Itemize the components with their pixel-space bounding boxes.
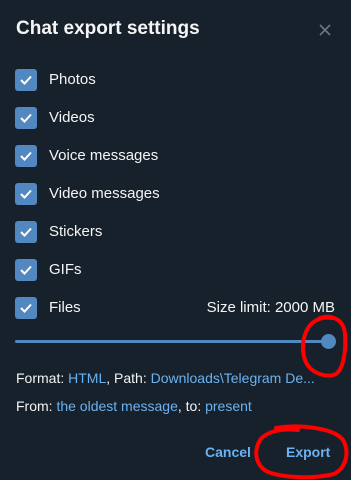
checkmark-icon: [20, 151, 32, 161]
option-label-photos: Photos: [49, 71, 96, 88]
option-voice-messages[interactable]: Voice messages: [15, 145, 335, 169]
checkmark-icon: [20, 265, 32, 275]
to-link[interactable]: present: [205, 398, 252, 414]
option-label-gifs: GIFs: [49, 261, 82, 278]
checkmark-icon: [20, 189, 32, 199]
format-path-line: Format: HTML, Path: Downloads\Telegram D…: [16, 370, 336, 386]
cancel-button[interactable]: Cancel: [205, 444, 251, 460]
checkbox-video-messages[interactable]: [15, 183, 37, 205]
option-videos[interactable]: Videos: [15, 107, 335, 131]
checkbox-voice-messages[interactable]: [15, 145, 37, 167]
checkmark-icon: [20, 75, 32, 85]
option-label-videos: Videos: [49, 109, 95, 126]
option-label-video-messages: Video messages: [49, 185, 160, 202]
option-photos[interactable]: Photos: [15, 69, 335, 93]
slider-thumb[interactable]: [321, 334, 336, 349]
format-link[interactable]: HTML: [68, 370, 106, 386]
to-prefix: , to:: [177, 398, 206, 414]
option-label-files: Files: [49, 299, 81, 316]
date-range-line: From: the oldest message, to: present: [16, 398, 336, 414]
from-prefix: From:: [16, 398, 57, 414]
checkbox-gifs[interactable]: [15, 259, 37, 281]
format-prefix: Format:: [16, 370, 69, 386]
from-link[interactable]: the oldest message: [56, 398, 177, 414]
option-gifs[interactable]: GIFs: [15, 259, 335, 283]
slider-fill: [15, 340, 328, 343]
path-prefix: , Path:: [106, 370, 151, 386]
checkbox-videos[interactable]: [15, 107, 37, 129]
checkbox-stickers[interactable]: [15, 221, 37, 243]
export-button[interactable]: Export: [286, 444, 330, 460]
path-link[interactable]: Downloads\Telegram De...: [151, 370, 315, 386]
dialog-title: Chat export settings: [16, 18, 200, 39]
checkbox-files[interactable]: [15, 297, 37, 319]
option-video-messages[interactable]: Video messages: [15, 183, 335, 207]
checkbox-photos[interactable]: [15, 69, 37, 91]
size-limit-label: Size limit: 2000 MB: [206, 299, 335, 316]
option-files[interactable]: Files Size limit: 2000 MB: [15, 297, 335, 321]
close-icon[interactable]: [312, 17, 338, 43]
chat-export-dialog: Chat export settings Photos Videos Voice…: [0, 0, 351, 480]
checkmark-icon: [20, 113, 32, 123]
checkmark-icon: [20, 227, 32, 237]
size-limit-slider[interactable]: [15, 333, 336, 351]
checkmark-icon: [20, 303, 32, 313]
option-stickers[interactable]: Stickers: [15, 221, 335, 245]
option-label-stickers: Stickers: [49, 223, 103, 240]
option-label-voice-messages: Voice messages: [49, 147, 159, 164]
